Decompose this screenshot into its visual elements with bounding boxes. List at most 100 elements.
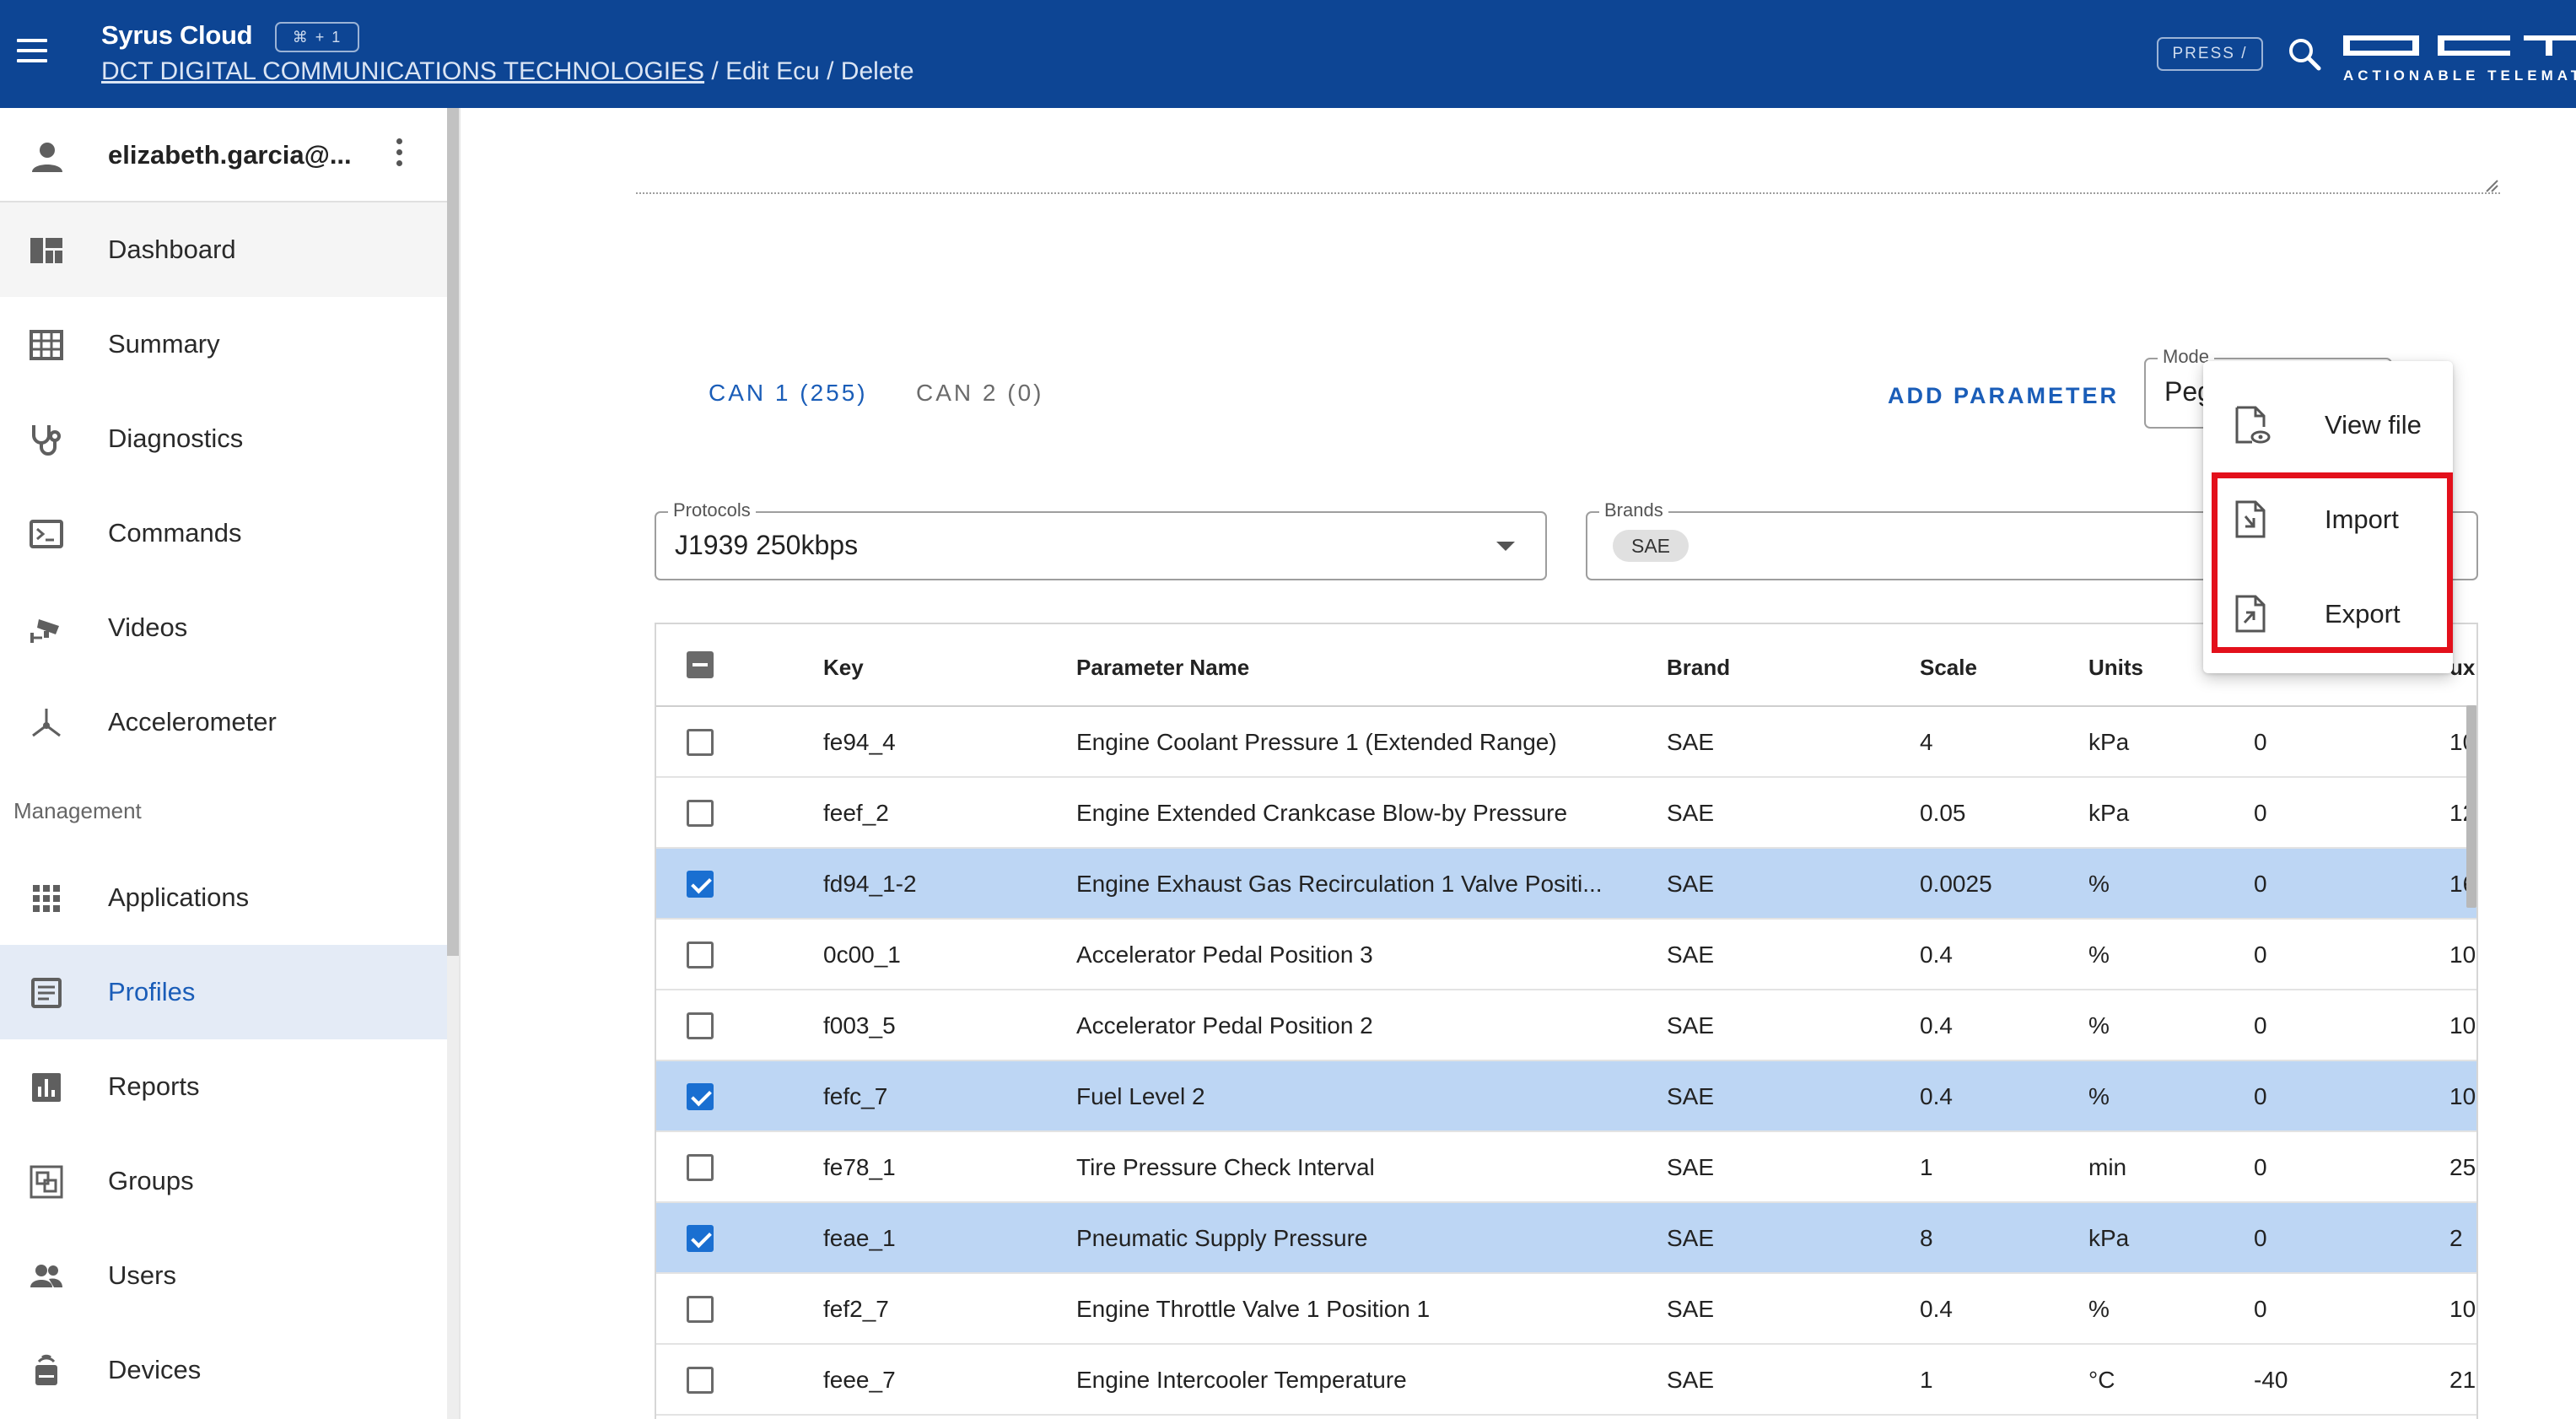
- row-checkbox[interactable]: [687, 729, 714, 756]
- cell-units: kPa: [2088, 800, 2130, 826]
- breadcrumb-company-link[interactable]: DCT DIGITAL COMMUNICATIONS TECHNOLOGIES: [101, 57, 704, 85]
- cell-max: 210: [2449, 1367, 2476, 1393]
- cell-min: 0: [2254, 1083, 2267, 1109]
- cell-key: fe78_1: [823, 1154, 896, 1180]
- table-row[interactable]: fef2_7 Engine Throttle Valve 1 Position 1…: [656, 1274, 2476, 1345]
- cell-parameter-name: Accelerator Pedal Position 3: [1076, 942, 1373, 968]
- row-checkbox[interactable]: [687, 1225, 714, 1252]
- cell-scale: 8: [1920, 1225, 1933, 1251]
- search-icon[interactable]: [2286, 35, 2323, 73]
- sidebar-item-label: Dashboard: [108, 235, 236, 264]
- cell-scale: 0.0025: [1920, 871, 1992, 897]
- sidebar-item-label: Devices: [108, 1355, 202, 1384]
- col-brand[interactable]: Brand: [1667, 655, 1730, 681]
- sidebar-item-reports[interactable]: Reports: [0, 1039, 447, 1134]
- row-checkbox[interactable]: [687, 1012, 714, 1039]
- parameters-table: Key Parameter Name Brand Scale Units ux …: [655, 623, 2478, 1419]
- sidebar-item-label: Groups: [108, 1166, 194, 1195]
- row-checkbox[interactable]: [687, 1367, 714, 1394]
- brand-chip[interactable]: SAE: [1613, 530, 1689, 562]
- resize-handle-icon[interactable]: [2485, 179, 2498, 192]
- cell-parameter-name: Engine Extended Crankcase Blow-by Pressu…: [1076, 800, 1568, 826]
- table-row[interactable]: feee_7 Engine Intercooler Temperature SAE 1…: [656, 1345, 2476, 1416]
- protocols-value: J1939 250kbps: [675, 530, 859, 560]
- cell-key: feae_1: [823, 1225, 896, 1251]
- description-textarea[interactable]: [636, 192, 2500, 194]
- col-parameter-name[interactable]: Parameter Name: [1076, 655, 1249, 681]
- cell-scale: 4: [1920, 729, 1933, 755]
- select-all-checkbox[interactable]: [687, 651, 714, 678]
- row-checkbox[interactable]: [687, 1154, 714, 1181]
- sidebar-item-users[interactable]: Users: [0, 1228, 447, 1323]
- row-checkbox[interactable]: [687, 1083, 714, 1110]
- sidebar-item-dashboard[interactable]: Dashboard: [0, 202, 447, 297]
- cell-scale: 0.4: [1920, 1083, 1953, 1109]
- row-checkbox[interactable]: [687, 871, 714, 898]
- tab-can1[interactable]: CAN 1 (255): [709, 380, 868, 407]
- row-checkbox[interactable]: [687, 1296, 714, 1323]
- cell-brand: SAE: [1667, 1083, 1715, 1109]
- logo-tagline: ACTIONABLE TELEMATICS: [2343, 67, 2576, 84]
- sidebar-item-groups[interactable]: Groups: [0, 1134, 447, 1228]
- row-checkbox[interactable]: [687, 800, 714, 827]
- cell-scale: 0.4: [1920, 1012, 1953, 1039]
- table-row[interactable]: feae_1 Pneumatic Supply Pressure SAE 8 kPa 0 2: [656, 1203, 2476, 1274]
- cell-brand: SAE: [1667, 1154, 1715, 1180]
- sidebar-item-profiles[interactable]: Profiles: [0, 945, 447, 1039]
- sidebar-item-videos[interactable]: Videos: [0, 580, 447, 675]
- sidebar-item-diagnostics[interactable]: Diagnostics: [0, 391, 447, 486]
- sidebar-item-label: Accelerometer: [108, 707, 277, 736]
- cell-units: %: [2088, 1083, 2110, 1109]
- col-max[interactable]: ux: [2449, 655, 2475, 681]
- sidebar-scrollbar-thumb[interactable]: [447, 108, 459, 956]
- cell-scale: 0.4: [1920, 1296, 1953, 1322]
- col-units[interactable]: Units: [2088, 655, 2143, 681]
- cell-parameter-name: Engine Intercooler Temperature: [1076, 1367, 1407, 1393]
- app-header: Syrus Cloud ⌘ + 1 DCT DIGITAL COMMUNICAT…: [0, 0, 2576, 108]
- table-row[interactable]: f003_5 Accelerator Pedal Position 2 SAE 0.4…: [656, 990, 2476, 1061]
- col-scale[interactable]: Scale: [1920, 655, 1977, 681]
- menu-icon[interactable]: [17, 39, 51, 69]
- protocols-select[interactable]: Protocols J1939 250kbps: [655, 499, 1547, 580]
- cell-parameter-name: Engine Exhaust Gas Recirculation 1 Valve…: [1076, 871, 1603, 897]
- cell-scale: 0.4: [1920, 942, 1953, 968]
- sidebar-item-summary[interactable]: Summary: [0, 297, 447, 391]
- table-row[interactable]: fefc_7 Fuel Level 2 SAE 0.4% 0 100: [656, 1061, 2476, 1132]
- table-row[interactable]: 0c00_1 Accelerator Pedal Position 3 SAE 0.4…: [656, 920, 2476, 990]
- add-parameter-button[interactable]: ADD PARAMETER: [1888, 383, 2119, 409]
- sidebar: elizabeth.garcia@... Dashboard Summary D…: [0, 108, 447, 1419]
- sidebar-item-label: Reports: [108, 1071, 200, 1101]
- table-row[interactable]: fd94_1-2 Engine Exhaust Gas Recirculation…: [656, 849, 2476, 920]
- user-account-row[interactable]: elizabeth.garcia@...: [0, 108, 447, 202]
- cell-units: min: [2088, 1154, 2127, 1180]
- apps-icon: [33, 885, 60, 912]
- cell-min: 0: [2254, 1225, 2267, 1251]
- company-logo: ACTIONABLE TELEMATICS: [2343, 34, 2576, 84]
- cell-key: fd94_1-2: [823, 871, 917, 897]
- annotation-highlight-box: [2212, 472, 2453, 653]
- table-row[interactable]: feef_2 Engine Extended Crankcase Blow-by …: [656, 778, 2476, 849]
- cell-brand: SAE: [1667, 1225, 1715, 1251]
- cell-parameter-name: Fuel Level 2: [1076, 1083, 1205, 1109]
- press-shortcut-chip: PRESS /: [2157, 37, 2263, 71]
- sidebar-item-applications[interactable]: Applications: [0, 850, 447, 945]
- cell-brand: SAE: [1667, 1367, 1715, 1393]
- more-vert-icon[interactable]: [393, 138, 405, 172]
- sidebar-item-devices[interactable]: Devices: [0, 1323, 447, 1417]
- person-icon: [30, 140, 64, 178]
- sidebar-item-label: Profiles: [108, 977, 196, 1006]
- row-checkbox[interactable]: [687, 942, 714, 968]
- file-view-icon: [2235, 406, 2271, 444]
- table-row[interactable]: fe78_1 Tire Pressure Check Interval SAE 1 mi…: [656, 1132, 2476, 1203]
- tab-can2[interactable]: CAN 2 (0): [916, 380, 1043, 407]
- col-key[interactable]: Key: [823, 655, 864, 681]
- menu-item-view-file[interactable]: View file: [2203, 376, 2453, 471]
- cell-scale: 1: [1920, 1154, 1933, 1180]
- sidebar-item-accelerometer[interactable]: Accelerometer: [0, 675, 447, 769]
- sidebar-item-label: Diagnostics: [108, 424, 244, 453]
- cell-key: 0c00_1: [823, 942, 901, 968]
- sidebar-item-commands[interactable]: Commands: [0, 486, 447, 580]
- cell-key: feee_7: [823, 1367, 896, 1393]
- table-scrollbar-thumb[interactable]: [2466, 705, 2476, 908]
- table-row[interactable]: fe94_4 Engine Coolant Pressure 1 (Extende…: [656, 707, 2476, 778]
